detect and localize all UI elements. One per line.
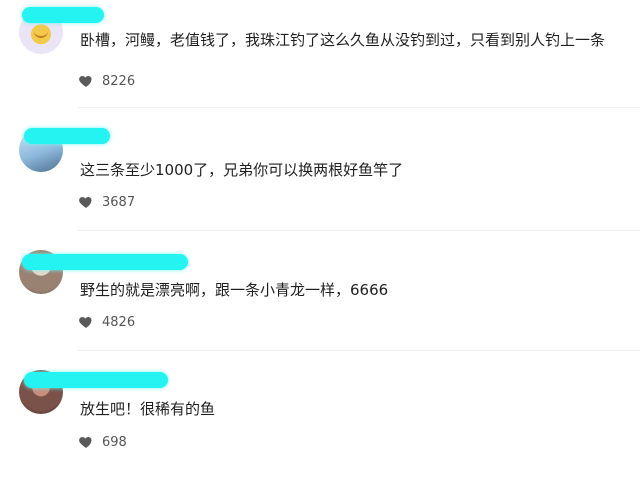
comment-item: 这三条至少1000了，兄弟你可以换两根好鱼竿了 3687 xyxy=(0,120,640,240)
comment-text: 这三条至少1000了，兄弟你可以换两根好鱼竿了 xyxy=(80,161,404,179)
heart-icon xyxy=(79,197,92,208)
comment-item: 卧槽，河鳗，老值钱了，我珠江钓了这么久鱼从没钓到过，只看到别人钓上一条 8226 xyxy=(0,0,640,120)
divider xyxy=(78,350,640,351)
comment-text: 野生的就是漂亮啊，跟一条小青龙一样，6666 xyxy=(80,281,389,299)
divider xyxy=(78,230,640,231)
comment-text: 放生吧！很稀有的鱼 xyxy=(80,400,216,418)
like-count: 3687 xyxy=(102,194,136,210)
comment-text: 卧槽，河鳗，老值钱了，我珠江钓了这么久鱼从没钓到过，只看到别人钓上一条 xyxy=(80,31,606,49)
heart-icon xyxy=(79,317,92,328)
redacted-username xyxy=(24,128,110,144)
divider xyxy=(78,107,640,108)
like-button[interactable]: 698 xyxy=(78,433,127,451)
like-count: 8226 xyxy=(102,73,136,89)
heart-icon xyxy=(79,437,92,448)
redacted-username xyxy=(24,372,168,388)
comment-item: 野生的就是漂亮啊，跟一条小青龙一样，6666 4826 xyxy=(0,240,640,360)
like-button[interactable]: 4826 xyxy=(78,313,135,331)
like-button[interactable]: 3687 xyxy=(78,193,135,211)
like-button[interactable]: 8226 xyxy=(78,72,135,90)
redacted-username xyxy=(22,7,104,23)
comment-item: 放生吧！很稀有的鱼 698 xyxy=(0,360,640,480)
heart-icon xyxy=(79,76,92,87)
redacted-username xyxy=(22,254,188,270)
like-count: 698 xyxy=(102,434,127,450)
like-count: 4826 xyxy=(102,314,136,330)
